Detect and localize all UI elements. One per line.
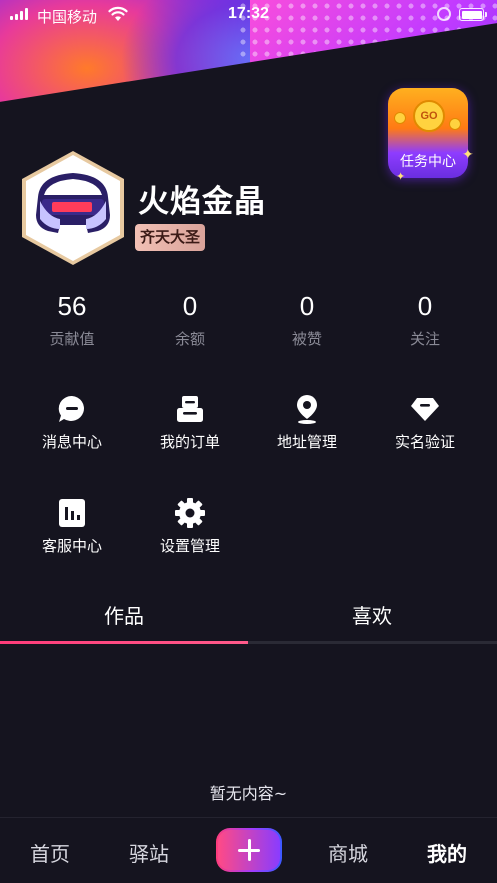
menu-label: 设置管理 [159, 537, 220, 555]
nav-station[interactable]: 驿站 [99, 838, 199, 867]
user-name: 火焰金晶 [138, 184, 266, 220]
tab-works[interactable]: 作品 [0, 600, 248, 629]
stats-row: 56 贡献值 0 余额 0 被赞 0 关注 [0, 290, 497, 350]
menu-real-name-verification[interactable]: 实名验证 [365, 393, 485, 452]
stat-label: 贡献值 [49, 330, 95, 348]
stat-value: 56 [57, 291, 87, 321]
menu-customer-service[interactable]: 客服中心 [12, 497, 132, 556]
menu-label: 地址管理 [276, 433, 337, 451]
task-center-label: 任务中心 [400, 154, 456, 170]
gear-icon [175, 498, 205, 528]
plus-icon [218, 830, 280, 870]
stat-contribution[interactable]: 56 贡献值 [12, 290, 132, 349]
sparkle-icon: ✦ [462, 147, 474, 163]
menu-label: 实名验证 [394, 433, 455, 451]
task-center-button[interactable]: GO 任务中心 ✦ ✦ [386, 84, 474, 184]
menu-settings[interactable]: 设置管理 [130, 497, 250, 556]
location-icon [297, 395, 317, 424]
tab-active-indicator [0, 641, 248, 644]
tab-likes[interactable]: 喜欢 [248, 600, 496, 629]
nav-mine[interactable]: 我的 [397, 838, 497, 867]
diamond-icon [411, 398, 439, 421]
stat-value: 0 [182, 291, 198, 321]
sparkle-icon: ✦ [396, 170, 406, 183]
empty-state-text: 暂无内容~ [209, 784, 288, 803]
coin-icon [449, 118, 461, 130]
order-icon [177, 396, 203, 422]
stat-label: 余额 [174, 330, 205, 348]
menu-label: 消息中心 [41, 433, 102, 451]
message-icon [58, 395, 84, 422]
battery-icon [459, 8, 487, 21]
rank-badge: 齐天大圣 [135, 224, 206, 251]
menu-label: 客服中心 [41, 537, 102, 555]
create-post-button[interactable] [216, 828, 282, 872]
menu-label: 我的订单 [159, 433, 220, 451]
stat-value: 0 [299, 291, 315, 321]
status-time: 17:32 [228, 5, 269, 22]
nav-mall[interactable]: 商城 [298, 838, 398, 867]
bottom-nav: 首页 驿站 商城 我的 [0, 817, 497, 883]
stat-following[interactable]: 0 关注 [365, 290, 485, 349]
menu-my-orders[interactable]: 我的订单 [130, 393, 250, 452]
stat-balance[interactable]: 0 余额 [130, 290, 250, 349]
stat-value: 0 [417, 291, 433, 321]
rotation-lock-icon [437, 7, 451, 21]
avatar[interactable] [18, 149, 128, 267]
service-chart-icon [59, 499, 85, 527]
status-bar: 中国移动 17:32 [0, 0, 497, 30]
stat-label: 被赞 [291, 330, 322, 348]
go-coin-icon: GO [413, 100, 445, 132]
menu-message-center[interactable]: 消息中心 [12, 393, 132, 452]
coin-icon [394, 112, 406, 124]
stat-likes[interactable]: 0 被赞 [247, 290, 367, 349]
nav-home[interactable]: 首页 [0, 838, 100, 867]
stat-label: 关注 [409, 330, 440, 348]
menu-address-management[interactable]: 地址管理 [247, 393, 367, 452]
